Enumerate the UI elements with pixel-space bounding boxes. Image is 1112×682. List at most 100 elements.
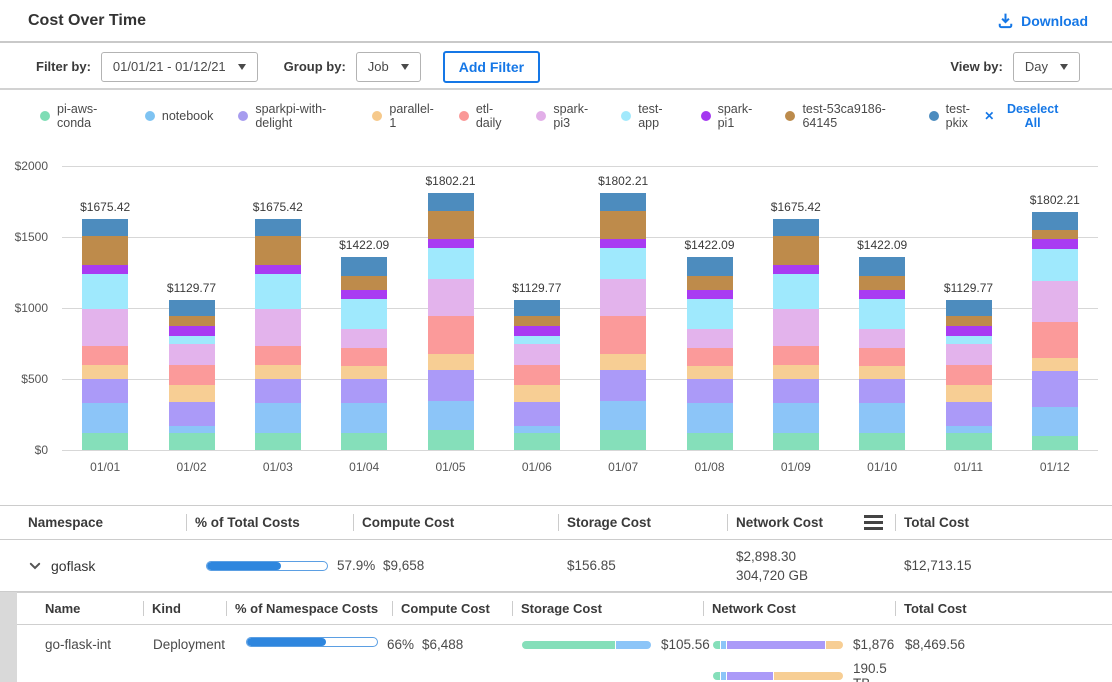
bar-segment-pi-aws-conda [82,433,128,450]
bar-segment-spark-pi1 [1032,239,1078,249]
x-axis-tick-label: 01/12 [1025,460,1085,474]
add-filter-button[interactable]: Add Filter [443,51,540,83]
bar-segment-spark-pi3 [859,329,905,348]
bar-segment-parallel-1 [1032,358,1078,371]
x-axis-tick-label: 01/08 [680,460,740,474]
bar-total-label: $1422.09 [322,238,406,252]
bar-segment-parallel-1 [514,385,560,402]
bar-segment-parallel-1 [946,385,992,402]
bar-segment-spark-pi3 [687,329,733,348]
bar-segment-test-53ca9186-64145 [341,276,387,290]
bar-segment-parallel-1 [169,385,215,402]
legend-item-spark-pi3[interactable]: spark-pi3 [536,102,596,130]
group-by-select[interactable]: Job [356,52,421,82]
bar-segment-test-app [687,299,733,329]
bar-segment [826,641,843,649]
legend-label: test-pkix [946,102,985,130]
filter-by-label: Filter by: [36,59,91,74]
column-menu-icon[interactable] [862,513,885,532]
legend-dot-icon [929,111,939,121]
deselect-all-button[interactable]: ✕ Deselect All [984,102,1064,130]
legend-item-pi-aws-conda[interactable]: pi-aws-conda [40,102,120,130]
bar-segment-spark-pi1 [255,265,301,274]
bar-segment-pi-aws-conda [255,433,301,450]
bar-segment-test-app [946,336,992,343]
workload-name: go-flask-int [17,625,143,682]
bar-total-label: $1129.77 [927,281,1011,295]
bar-segment-test-pkix [82,219,128,236]
bar-segment-sparkpi-with-delight [169,402,215,425]
column-header-storage: Storage Cost [512,593,703,624]
legend-dot-icon [536,111,546,121]
view-by-select[interactable]: Day [1013,52,1080,82]
bar-segment-pi-aws-conda [341,433,387,450]
x-axis-tick-label: 01/10 [852,460,912,474]
bar-segment-test-53ca9186-64145 [514,316,560,327]
legend-item-notebook[interactable]: notebook [145,109,213,123]
legend-label: pi-aws-conda [57,102,120,130]
x-axis-tick-label: 01/04 [334,460,394,474]
column-header-pct-namespace: % of Namespace Costs [226,593,392,624]
legend-item-sparkpi-with-delight[interactable]: sparkpi-with-delight [238,102,347,130]
gridline [62,450,1098,451]
download-button[interactable]: Download [997,12,1088,29]
bar-segment-notebook [859,403,905,433]
bar-segment-spark-pi1 [82,265,128,274]
bar-segment-spark-pi1 [687,290,733,299]
legend-item-parallel-1[interactable]: parallel-1 [372,102,433,130]
bar-segment-test-pkix [169,300,215,316]
legend-label: test-app [638,102,675,130]
compute-cost-value: $6,488 [392,625,512,682]
bar-segment-notebook [1032,407,1078,435]
chevron-down-icon[interactable] [28,559,42,573]
bar-segment-pi-aws-conda [687,433,733,450]
bar-segment-test-pkix [255,219,301,236]
namespace-cost-table: Namespace % of Total Costs Compute Cost … [0,505,1112,592]
legend-label: etl-daily [476,102,512,130]
bar-segment-etl-daily [859,348,905,366]
legend-item-spark-pi1[interactable]: spark-pi1 [701,102,761,130]
cost-bar-chart: $0$500$1000$1500$2000$1675.4201/01$1129.… [0,140,1112,490]
gridline [62,379,1098,380]
y-axis-tick-label: $500 [0,372,48,386]
bar-segment [727,641,826,649]
bar-segment-test-pkix [859,257,905,276]
legend-item-test-pkix[interactable]: test-pkix [929,102,985,130]
legend-item-test-53ca9186-64145[interactable]: test-53ca9186-64145 [785,102,903,130]
bar-segment-notebook [514,426,560,434]
bar-segment-spark-pi1 [341,290,387,299]
bar-segment-parallel-1 [341,366,387,380]
bar-segment-test-pkix [687,257,733,276]
bar-segment-test-pkix [600,193,646,211]
legend-item-etl-daily[interactable]: etl-daily [459,102,512,130]
table-row-go-flask-int[interactable]: go-flask-int Deployment 66% $6,488 $105.… [17,625,1112,682]
group-by-label: Group by: [284,59,346,74]
bar-segment-test-53ca9186-64145 [169,316,215,327]
network-usage-value: 190.5 TB [853,661,895,682]
date-range-select[interactable]: 01/01/21 - 01/12/21 [101,52,258,82]
bar-total-label: $1129.77 [495,281,579,295]
bar-segment-test-app [169,336,215,343]
bar-total-label: $1675.42 [236,200,320,214]
column-header-network: Network Cost [703,593,895,624]
bar-segment [616,641,651,649]
bar-total-label: $1422.09 [840,238,924,252]
bar-segment-spark-pi3 [946,344,992,366]
x-axis-tick-label: 01/01 [75,460,135,474]
legend-dot-icon [785,111,795,121]
bar-segment-sparkpi-with-delight [1032,371,1078,407]
bar-segment-test-pkix [514,300,560,316]
view-by-label: View by: [950,59,1003,74]
bar-segment-test-app [341,299,387,329]
bar-segment-test-app [773,274,819,309]
legend-label: notebook [162,109,213,123]
chevron-down-icon [1060,64,1068,70]
legend-item-test-app[interactable]: test-app [621,102,675,130]
bar-segment-spark-pi1 [773,265,819,274]
view-by-group: View by: Day [950,52,1080,82]
bar-segment-test-pkix [773,219,819,236]
legend-dot-icon [40,111,50,121]
table-row-goflask[interactable]: goflask 57.9% $9,658 $156.85 $2,898.30 3… [0,540,1112,592]
bar-segment-spark-pi1 [428,239,474,248]
bar-total-label: $1675.42 [63,200,147,214]
